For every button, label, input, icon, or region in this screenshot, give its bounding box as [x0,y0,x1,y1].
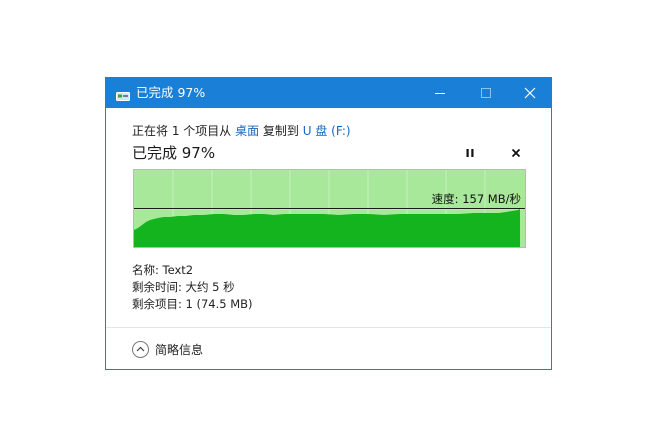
progress-title: 已完成 97% [132,144,216,162]
copy-progress-dialog: 已完成 97% 正在将 1 个项目从 桌面 复制到 U 盘 (F:) 已完成 9… [105,77,552,370]
minimize-icon [435,93,445,94]
close-icon [524,87,536,99]
file-name: 名称: Text2 [132,263,194,277]
close-icon [511,148,521,158]
fewer-details-toggle[interactable]: 简略信息 [132,339,203,359]
maximize-icon [481,88,491,98]
speed-graph: 速度: 157 MB/秒 [133,169,526,248]
destination-link[interactable]: U 盘 (F:) [303,124,351,138]
close-window-button[interactable] [507,78,553,108]
status-prefix: 正在将 1 个项目从 [132,124,236,138]
pause-button[interactable] [461,144,479,162]
speed-label: 速度: 157 MB/秒 [431,192,521,206]
fewer-details-label: 简略信息 [155,342,204,357]
transfer-details: 名称: Text2 剩余时间: 大约 5 秒 剩余项目: 1 (74.5 MB) [132,262,253,313]
minimize-button[interactable] [417,78,463,108]
title-bar[interactable]: 已完成 97% [106,78,551,108]
window-title: 已完成 97% [136,85,206,100]
cancel-button[interactable] [507,144,525,162]
drive-copy-icon [116,87,130,101]
source-link[interactable]: 桌面 [235,124,259,138]
pause-icon [466,149,474,157]
status-middle: 复制到 [259,124,303,138]
chevron-up-icon [132,340,149,358]
copy-status-line: 正在将 1 个项目从 桌面 复制到 U 盘 (F:) [132,122,351,139]
time-remaining: 剩余时间: 大约 5 秒 [132,280,235,294]
footer-divider [106,327,551,328]
progress-done-area [134,209,520,247]
speed-graph-canvas [134,170,525,247]
items-remaining: 剩余项目: 1 (74.5 MB) [132,297,253,311]
maximize-button[interactable] [463,78,509,108]
